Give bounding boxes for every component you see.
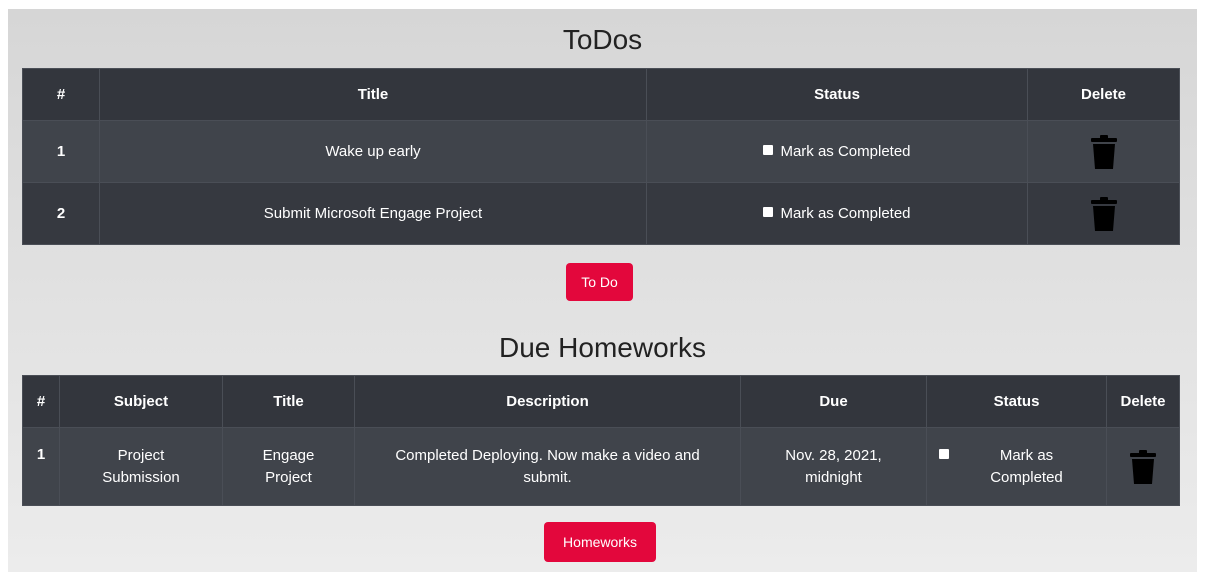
homework-due: Nov. 28, 2021, midnight [740,427,927,506]
page-panel: ToDos # Title Status Delete 1 Wake up ea… [8,9,1197,572]
col-header-title: Title [222,375,355,428]
todos-header-row: # Title Status Delete [22,68,1180,121]
due-line: Nov. 28, 2021, [785,446,882,464]
homework-description: Completed Deploying. Now make a video an… [354,427,741,506]
table-row: 1 Project Submission Engage Project Comp… [22,427,1180,506]
todo-delete-cell [1027,120,1180,183]
status-label: Mark as Completed [780,142,911,160]
todo-title: Wake up early [99,120,647,183]
homeworks-heading: Due Homeworks [499,332,706,363]
status-line: Completed [990,468,1063,486]
col-header-delete: Delete [1106,375,1180,428]
col-header-description: Description [354,375,741,428]
homeworks-button[interactable]: Homeworks [544,522,656,562]
col-header-status: Status [646,68,1028,121]
trash-icon[interactable] [1090,134,1117,169]
homeworks-table: # Subject Title Description Due Status D… [22,375,1180,506]
trash-icon[interactable] [1090,196,1117,231]
trash-icon[interactable] [1130,449,1156,484]
todo-number: 1 [22,120,100,183]
col-header-number: # [22,68,100,121]
table-row: 1 Wake up early Mark as Completed [22,120,1180,183]
todo-title: Submit Microsoft Engage Project [99,182,647,245]
col-header-number: # [22,375,60,428]
status-line: Mark as [999,446,1054,464]
mark-completed-checkbox[interactable] [763,144,774,155]
col-header-delete: Delete [1027,68,1180,121]
due-line: midnight [805,468,862,486]
description-line: Completed Deploying. Now make a video an… [395,446,700,464]
todo-status: Mark as Completed [646,182,1028,245]
col-header-due: Due [740,375,927,428]
subject-line: Project [117,446,165,464]
todos-heading: ToDos [562,24,643,55]
homework-delete-cell [1106,427,1180,506]
homework-number: 1 [22,427,60,506]
homework-title: Engage Project [222,427,355,506]
todo-status: Mark as Completed [646,120,1028,183]
description-line: submit. [523,468,572,486]
homeworks-header-row: # Subject Title Description Due Status D… [22,375,1180,428]
homework-status: Mark as Completed [926,427,1107,506]
todo-number: 2 [22,182,100,245]
homework-subject: Project Submission [59,427,223,506]
todo-button[interactable]: To Do [566,263,633,301]
subject-line: Submission [102,468,180,486]
col-header-subject: Subject [59,375,223,428]
todo-delete-cell [1027,182,1180,245]
status-label: Mark as Completed [780,204,911,222]
col-header-title: Title [99,68,647,121]
mark-completed-checkbox[interactable] [763,206,774,217]
title-line: Project [265,468,312,486]
mark-completed-checkbox[interactable] [939,449,949,459]
todos-table: # Title Status Delete 1 Wake up early Ma… [22,68,1180,245]
title-line: Engage [262,446,315,464]
col-header-status: Status [926,375,1107,428]
table-row: 2 Submit Microsoft Engage Project Mark a… [22,182,1180,245]
